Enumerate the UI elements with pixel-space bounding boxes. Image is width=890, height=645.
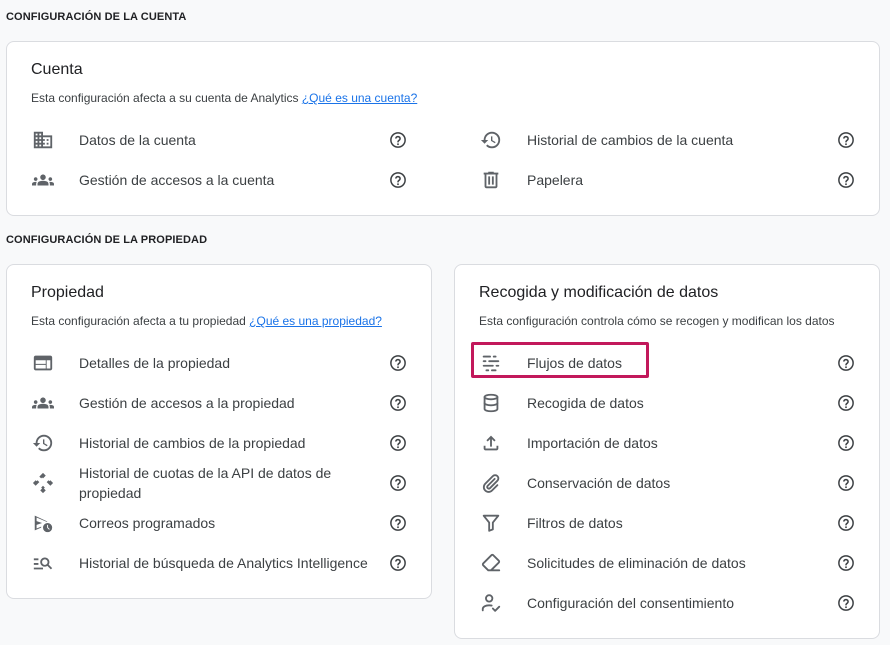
account-data-item[interactable]: Datos de la cuenta [31, 128, 411, 152]
help-icon[interactable] [389, 131, 407, 149]
account-access-label: Gestión de accesos a la cuenta [79, 172, 275, 188]
property-details-label: Detalles de la propiedad [79, 355, 230, 371]
group-icon [31, 391, 55, 415]
eraser-icon [479, 551, 503, 575]
help-icon[interactable] [837, 474, 855, 492]
data-streams-icon [479, 351, 503, 375]
help-icon[interactable] [837, 131, 855, 149]
property-card-description: Esta configuración afecta a tu propiedad… [31, 314, 382, 328]
data-streams-item[interactable]: Flujos de datos [479, 351, 859, 375]
data-filters-item[interactable]: Filtros de datos [479, 511, 859, 535]
web-window-icon [31, 351, 55, 375]
data-collection-label: Recogida de datos [527, 395, 644, 411]
trash-item[interactable]: Papelera [479, 168, 859, 192]
intelligence-search-history-item[interactable]: Historial de búsqueda de Analytics Intel… [31, 543, 411, 583]
scheduled-emails-label: Correos programados [79, 515, 216, 531]
account-data-label: Datos de la cuenta [79, 132, 196, 148]
data-collection-card: Recogida y modificación de datos Esta co… [454, 264, 880, 639]
property-card: Propiedad Esta configuración afecta a tu… [6, 264, 432, 599]
data-collection-item[interactable]: Recogida de datos [479, 391, 859, 415]
property-history-label: Historial de cambios de la propiedad [79, 435, 306, 451]
property-access-item[interactable]: Gestión de accesos a la propiedad [31, 391, 411, 415]
help-icon[interactable] [837, 394, 855, 412]
help-icon[interactable] [389, 514, 407, 532]
account-description-text: Esta configuración afecta a su cuenta de… [31, 91, 299, 105]
building-icon [31, 128, 55, 152]
api-quota-history-item[interactable]: Historial de cuotas de la API de datos d… [31, 463, 411, 503]
attach-icon [479, 471, 503, 495]
help-icon[interactable] [837, 594, 855, 612]
property-card-title: Propiedad [31, 284, 104, 301]
scheduled-send-icon [31, 511, 55, 535]
data-import-item[interactable]: Importación de datos [479, 431, 859, 455]
help-icon[interactable] [389, 474, 407, 492]
data-filters-label: Filtros de datos [527, 515, 623, 531]
data-deletion-requests-item[interactable]: Solicitudes de eliminación de datos [479, 551, 859, 575]
intelligence-search-history-label: Historial de búsqueda de Analytics Intel… [79, 555, 368, 571]
property-access-label: Gestión de accesos a la propiedad [79, 395, 295, 411]
data-import-label: Importación de datos [527, 435, 658, 451]
property-details-item[interactable]: Detalles de la propiedad [31, 351, 411, 375]
help-icon[interactable] [389, 434, 407, 452]
help-icon[interactable] [389, 354, 407, 372]
help-icon[interactable] [837, 434, 855, 452]
account-history-item[interactable]: Historial de cambios de la cuenta [479, 128, 859, 152]
property-history-item[interactable]: Historial de cambios de la propiedad [31, 431, 411, 455]
history-icon [479, 128, 503, 152]
manage-search-icon [31, 551, 55, 575]
data-retention-label: Conservación de datos [527, 475, 671, 491]
api-quota-history-label: Historial de cuotas de la API de datos d… [79, 465, 332, 501]
account-card-title: Cuenta [31, 61, 83, 78]
upload-icon [479, 431, 503, 455]
help-icon[interactable] [837, 171, 855, 189]
account-card-description: Esta configuración afecta a su cuenta de… [31, 91, 417, 105]
data-card-title: Recogida y modificación de datos [479, 284, 719, 301]
account-section-title: CONFIGURACIÓN DE LA CUENTA [6, 11, 187, 23]
group-icon [31, 168, 55, 192]
data-card-description: Esta configuración controla cómo se reco… [479, 314, 835, 328]
what-is-account-link[interactable]: ¿Qué es una cuenta? [302, 91, 417, 105]
filter-icon [479, 511, 503, 535]
help-icon[interactable] [837, 554, 855, 572]
data-deletion-requests-label: Solicitudes de eliminación de datos [527, 555, 746, 571]
account-history-label: Historial de cambios de la cuenta [527, 132, 734, 148]
help-icon[interactable] [837, 514, 855, 532]
property-section-title: CONFIGURACIÓN DE LA PROPIEDAD [6, 234, 208, 246]
help-icon[interactable] [837, 354, 855, 372]
trash-label: Papelera [527, 172, 584, 188]
account-access-item[interactable]: Gestión de accesos a la cuenta [31, 168, 411, 192]
help-icon[interactable] [389, 171, 407, 189]
account-card: Cuenta Esta configuración afecta a su cu… [6, 41, 880, 216]
consent-settings-item[interactable]: Configuración del consentimiento [479, 591, 859, 615]
history-icon [31, 431, 55, 455]
trash-icon [479, 168, 503, 192]
consent-settings-label: Configuración del consentimiento [527, 595, 735, 611]
data-streams-label: Flujos de datos [527, 355, 622, 371]
database-icon [479, 391, 503, 415]
help-icon[interactable] [389, 394, 407, 412]
data-retention-item[interactable]: Conservación de datos [479, 471, 859, 495]
help-icon[interactable] [389, 554, 407, 572]
property-description-text: Esta configuración afecta a tu propiedad [31, 314, 246, 328]
consent-icon [479, 591, 503, 615]
api-icon [31, 471, 55, 495]
what-is-property-link[interactable]: ¿Qué es una propiedad? [249, 314, 382, 328]
scheduled-emails-item[interactable]: Correos programados [31, 511, 411, 535]
